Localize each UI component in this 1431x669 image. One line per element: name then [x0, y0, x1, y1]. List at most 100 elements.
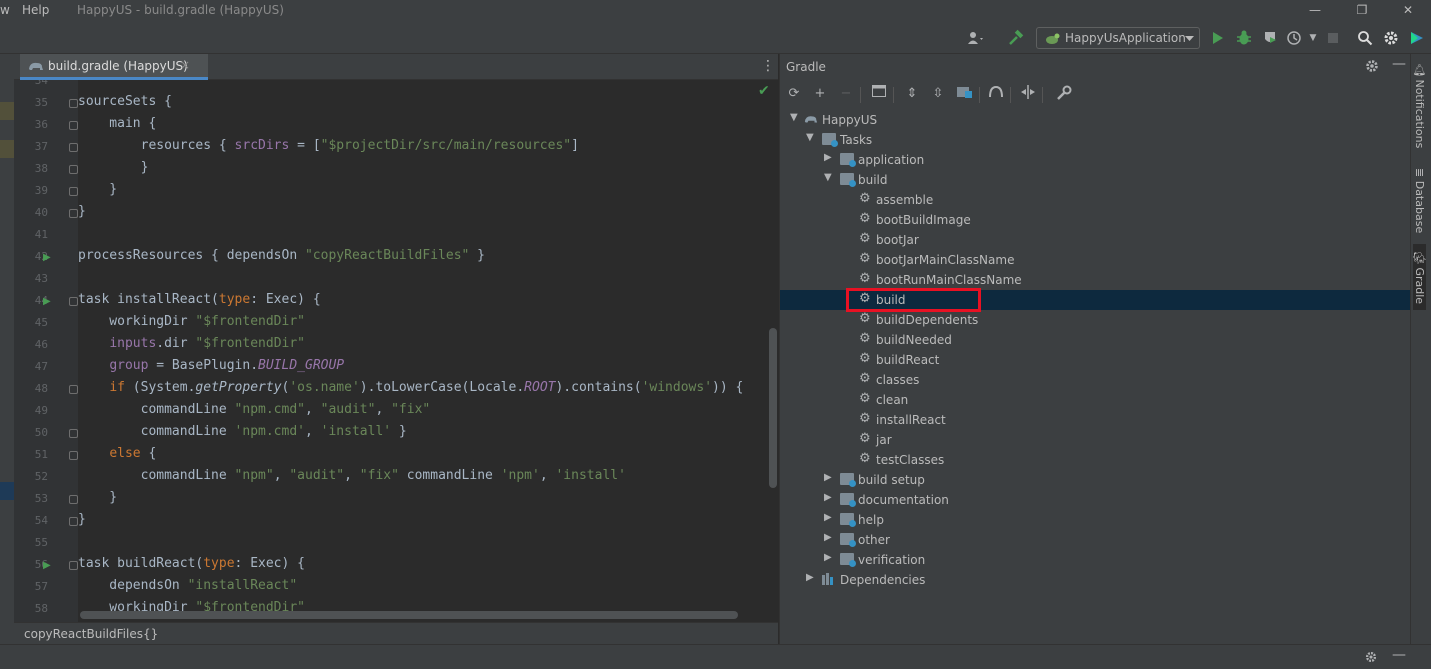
code-editor[interactable]: 34 35 36 37 38 39 40 41 42 43 44 45 46 4…	[14, 80, 778, 622]
tree-node-root[interactable]: ▼ HappyUS	[780, 110, 1411, 130]
tree-task-installreact[interactable]: ⚙ installReact	[780, 410, 1411, 430]
tree-node-application[interactable]: ▶ application	[780, 150, 1411, 170]
close-window-button[interactable]: ✕	[1393, 1, 1423, 19]
minimize-button[interactable]: —	[1300, 1, 1330, 19]
tree-node-documentation[interactable]: ▶ documentation	[780, 490, 1411, 510]
user-icon[interactable]	[966, 29, 984, 47]
gear-icon: ⚙	[859, 331, 871, 346]
add-icon[interactable]: +	[811, 85, 829, 103]
fold-marker[interactable]	[69, 187, 78, 196]
code-line-54: }	[78, 512, 86, 527]
fold-marker[interactable]	[69, 429, 78, 438]
coverage-icon[interactable]	[1261, 29, 1279, 47]
run-configuration-label: HappyUsApplication	[1065, 31, 1186, 45]
fold-marker[interactable]	[69, 297, 78, 306]
menu-help[interactable]: Help	[22, 3, 49, 17]
code-line-47: group = BasePlugin.BUILD_GROUP	[109, 358, 345, 373]
status-settings-gear-icon[interactable]	[1364, 650, 1378, 667]
line-number: 47	[34, 360, 48, 373]
code-line-39: }	[78, 182, 118, 197]
run-configuration-select[interactable]: HappyUsApplication	[1036, 27, 1200, 49]
breadcrumb-item[interactable]: copyReactBuildFiles{}	[24, 627, 158, 641]
tree-task-classes[interactable]: ⚙ classes	[780, 370, 1411, 390]
tree-node-help[interactable]: ▶ help	[780, 510, 1411, 530]
tree-task-builddependents[interactable]: ⚙ buildDependents	[780, 310, 1411, 330]
more-tabs-icon[interactable]: ⋮	[761, 58, 775, 74]
window-title: HappyUS - build.gradle (HappyUS)	[77, 3, 284, 17]
fold-marker[interactable]	[69, 495, 78, 504]
tree-node-dependencies[interactable]: ▶ Dependencies	[780, 570, 1411, 590]
fold-marker[interactable]	[69, 385, 78, 394]
fold-marker[interactable]	[69, 121, 78, 130]
line-number: 38	[34, 162, 48, 175]
tree-task-jar[interactable]: ⚙ jar	[780, 430, 1411, 450]
status-hide-icon[interactable]: —	[1392, 647, 1406, 663]
gradle-elephant-icon	[29, 62, 43, 70]
remove-icon[interactable]: −	[837, 85, 855, 103]
tree-node-build-group[interactable]: ▼ build	[780, 170, 1411, 190]
debug-icon[interactable]	[1235, 29, 1253, 47]
search-icon[interactable]	[1356, 29, 1374, 47]
tree-node-other[interactable]: ▶ other	[780, 530, 1411, 550]
editor-gutter: 34 35 36 37 38 39 40 41 42 43 44 45 46 4…	[14, 80, 78, 622]
tree-task-clean[interactable]: ⚙ clean	[780, 390, 1411, 410]
task-folder-icon	[840, 153, 856, 167]
no-problems-check-icon[interactable]: ✔	[758, 83, 770, 99]
highlight-box	[846, 288, 981, 312]
toggle-skip-tests-icon[interactable]	[1019, 85, 1037, 103]
fold-marker[interactable]	[69, 517, 78, 526]
build-hammer-icon[interactable]	[1007, 29, 1025, 47]
group-modules-icon[interactable]	[956, 85, 974, 103]
run-icon[interactable]	[1208, 29, 1226, 47]
notifications-tab[interactable]: 🔔︎ Notifications	[1413, 62, 1426, 148]
fold-marker[interactable]	[69, 561, 78, 570]
tree-node-build-setup[interactable]: ▶ build setup	[780, 470, 1411, 490]
tree-task-bootjarmainclassname[interactable]: ⚙ bootJarMainClassName	[780, 250, 1411, 270]
code-line-53: }	[78, 490, 118, 505]
collapse-all-icon[interactable]: ⇳	[929, 85, 947, 103]
gear-icon: ⚙	[859, 271, 871, 286]
jetbrains-toolbox-icon[interactable]	[1408, 29, 1426, 47]
execute-task-icon[interactable]	[870, 85, 888, 103]
offline-mode-icon[interactable]	[987, 85, 1005, 103]
more-run-options-icon[interactable]: ▼	[1304, 29, 1322, 47]
toolbar-separator	[1042, 87, 1043, 103]
tree-task-buildreact[interactable]: ⚙ buildReact	[780, 350, 1411, 370]
line-number: 51	[34, 448, 48, 461]
run-gutter-icon[interactable]: ▶	[43, 296, 51, 307]
close-tab-icon[interactable]: ×	[180, 58, 190, 72]
tab-build-gradle[interactable]: build.gradle (HappyUS) ×	[20, 54, 208, 80]
tree-task-bootjar[interactable]: ⚙ bootJar	[780, 230, 1411, 250]
fold-marker[interactable]	[69, 165, 78, 174]
restore-button[interactable]: ❐	[1347, 1, 1377, 19]
reload-icon[interactable]: ⟳	[785, 85, 803, 103]
settings-gear-icon[interactable]	[1382, 29, 1400, 47]
stop-icon[interactable]	[1324, 29, 1342, 47]
menu-view[interactable]: w	[0, 3, 10, 17]
build-tool-settings-wrench-icon[interactable]	[1055, 85, 1073, 103]
tab-label: build.gradle (HappyUS)	[48, 59, 188, 73]
hide-panel-icon[interactable]: —	[1392, 56, 1406, 72]
expand-all-icon[interactable]: ⇕	[903, 85, 921, 103]
panel-settings-gear-icon[interactable]	[1364, 58, 1380, 77]
tree-task-testclasses[interactable]: ⚙ testClasses	[780, 450, 1411, 470]
chevron-down-icon	[1185, 36, 1194, 41]
tree-task-bootrunmainclassname[interactable]: ⚙ bootRunMainClassName	[780, 270, 1411, 290]
fold-marker[interactable]	[69, 209, 78, 218]
code-line-49: commandLine "npm.cmd", "audit", "fix"	[78, 402, 431, 417]
fold-marker[interactable]	[69, 143, 78, 152]
tree-task-bootbuildimage[interactable]: ⚙ bootBuildImage	[780, 210, 1411, 230]
run-gutter-icon[interactable]: ▶	[43, 560, 51, 571]
editor-horizontal-scrollbar[interactable]	[80, 611, 738, 619]
run-gutter-icon[interactable]: ▶	[43, 252, 51, 263]
tree-task-assemble[interactable]: ⚙ assemble	[780, 190, 1411, 210]
fold-marker[interactable]	[69, 99, 78, 108]
profiler-icon[interactable]	[1286, 29, 1304, 47]
editor-vertical-scrollbar[interactable]	[769, 328, 777, 488]
database-tab[interactable]: ≣ Database	[1413, 168, 1426, 233]
tree-node-tasks[interactable]: ▼ Tasks	[780, 130, 1411, 150]
gradle-tab[interactable]: 🐘︎ Gradle	[1413, 244, 1426, 311]
tree-node-verification[interactable]: ▶ verification	[780, 550, 1411, 570]
tree-task-buildneeded[interactable]: ⚙ buildNeeded	[780, 330, 1411, 350]
fold-marker[interactable]	[69, 451, 78, 460]
